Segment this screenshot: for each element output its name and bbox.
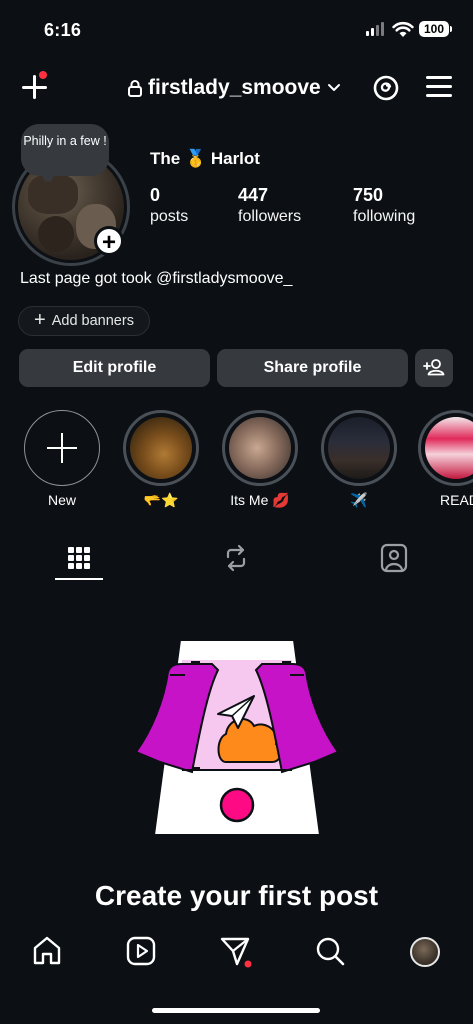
cellular-signal-icon xyxy=(366,22,386,36)
account-switcher[interactable]: firstlady_smoove xyxy=(128,76,341,100)
wifi-icon xyxy=(392,21,414,37)
highlight-label: ✈️ xyxy=(350,492,368,508)
empty-state-title: Create your first post xyxy=(94,880,379,911)
profile-username: firstlady_smoove xyxy=(148,76,321,99)
threads-icon[interactable] xyxy=(372,74,400,102)
menu-icon[interactable] xyxy=(426,76,452,98)
highlight-item[interactable]: 🫳⭐ xyxy=(121,410,201,509)
messages-icon[interactable] xyxy=(218,934,252,968)
discover-people-button[interactable] xyxy=(415,349,453,387)
share-profile-button[interactable]: Share profile xyxy=(217,349,408,387)
home-indicator xyxy=(152,1008,320,1013)
profile-note[interactable]: Philly in a few ! xyxy=(21,124,109,182)
stat-posts[interactable]: 0 posts xyxy=(150,185,188,226)
profile-bio: Last page got took @firstladysmoove_ xyxy=(20,270,293,287)
add-banners-button[interactable]: + Add banners xyxy=(18,306,150,336)
highlight-label: Its Me 💋 xyxy=(230,492,290,508)
reposts-icon[interactable] xyxy=(212,540,260,576)
reels-icon[interactable] xyxy=(124,934,158,968)
stat-label: following xyxy=(353,208,416,225)
highlight-new[interactable]: New xyxy=(22,410,102,508)
highlight-item[interactable]: ✈️ xyxy=(319,410,399,509)
highlight-label: New xyxy=(47,492,76,508)
add-banners-label: Add banners xyxy=(51,313,134,329)
stat-followers[interactable]: 447 followers xyxy=(238,185,301,226)
notification-dot xyxy=(39,71,47,79)
chevron-down-icon xyxy=(327,84,340,91)
battery-indicator: 100 xyxy=(419,21,452,37)
tagged-icon[interactable] xyxy=(370,540,418,576)
plus-icon xyxy=(24,410,100,486)
highlight-label: READ xyxy=(440,492,473,508)
highlight-item[interactable]: READ xyxy=(418,410,473,508)
highlight-label: 🫳⭐ xyxy=(143,492,179,508)
create-post-illustration xyxy=(134,639,340,836)
status-time: 6:16 xyxy=(44,20,82,40)
highlight-item[interactable]: Its Me 💋 xyxy=(220,410,300,509)
home-icon[interactable] xyxy=(30,934,64,968)
grid-icon[interactable] xyxy=(55,540,103,576)
lock-icon xyxy=(128,79,142,97)
stat-label: followers xyxy=(238,208,302,225)
edit-profile-button[interactable]: Edit profile xyxy=(19,349,210,387)
active-tab-indicator xyxy=(55,578,103,580)
profile-avatar[interactable] xyxy=(410,937,440,967)
stat-following[interactable]: 750 following xyxy=(353,185,415,226)
stat-value: 447 xyxy=(238,185,269,205)
stat-value: 750 xyxy=(353,185,384,205)
plus-icon: + xyxy=(34,309,46,331)
display-name: The 🥇 Harlot xyxy=(150,149,260,168)
add-story-button[interactable]: + xyxy=(94,226,124,256)
stat-value: 0 xyxy=(150,185,161,205)
search-icon[interactable] xyxy=(313,934,347,968)
stat-label: posts xyxy=(150,208,189,225)
add-person-icon xyxy=(423,359,445,376)
